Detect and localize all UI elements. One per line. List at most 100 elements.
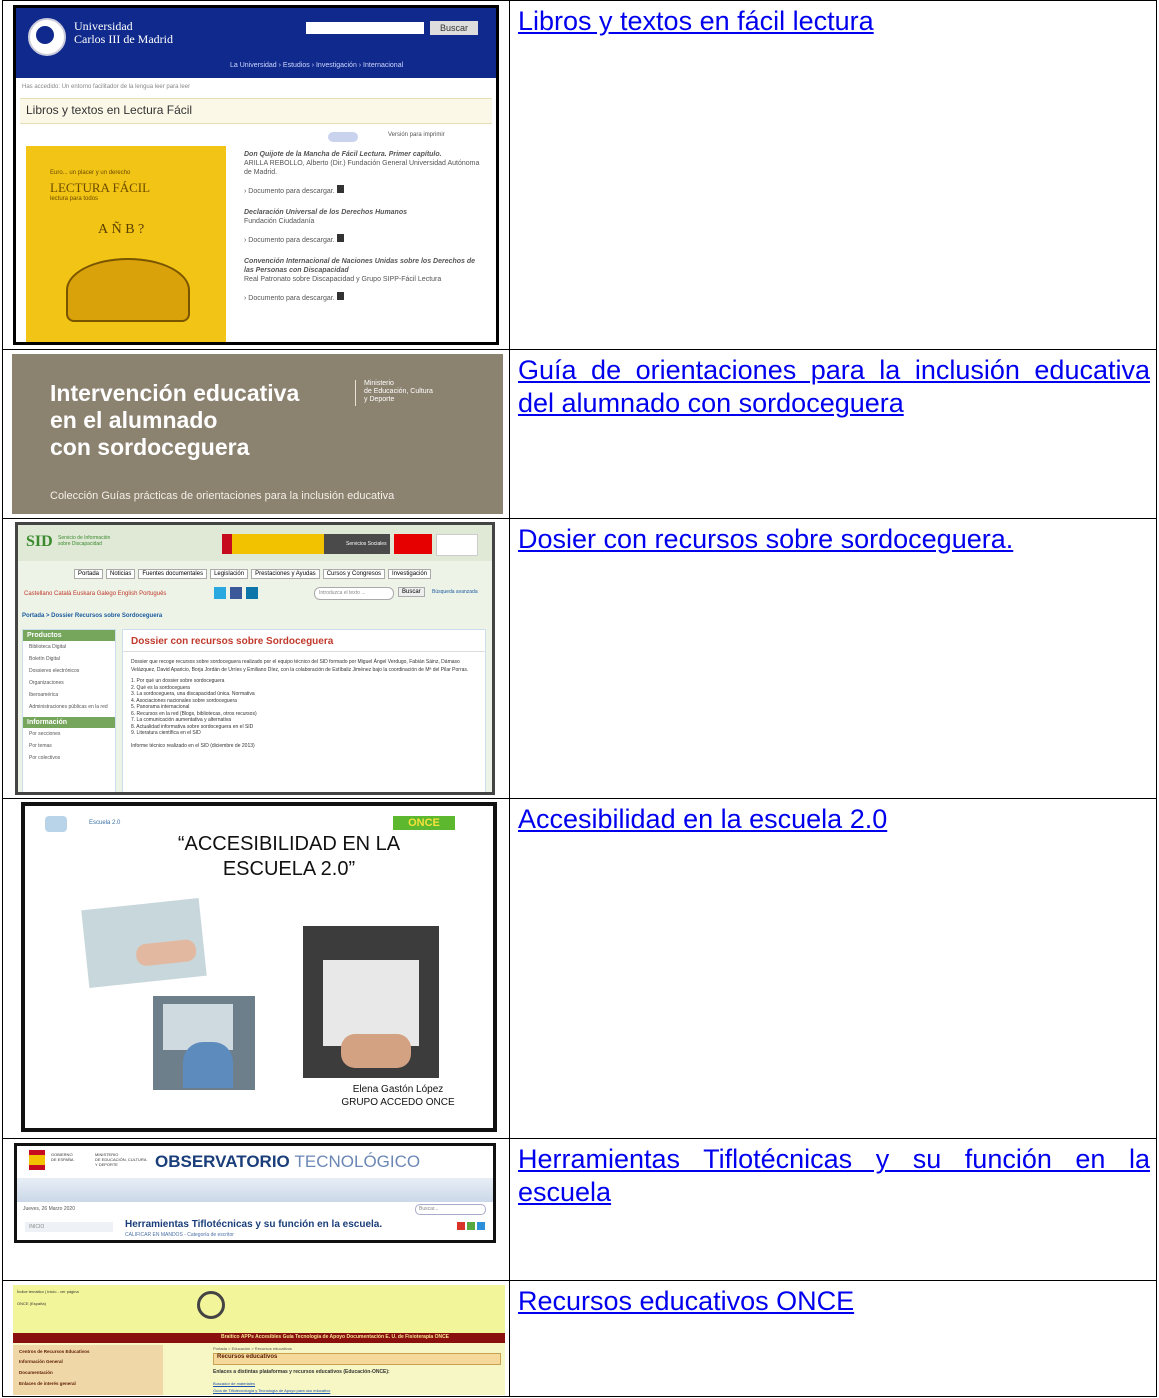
- uc3m-search-button[interactable]: Buscar: [430, 21, 478, 35]
- once-breadcrumb: Portada > Educación > Recursos educativo…: [213, 1346, 292, 1351]
- uc3m-item-2-download[interactable]: › Documento para descargar.: [244, 234, 484, 245]
- ministry-label-line3: Y DEPORTE: [95, 1162, 118, 1167]
- once-sidebar-item[interactable]: Centros de Recursos Educativos: [13, 1345, 163, 1356]
- ministry-divider: [355, 380, 356, 406]
- guide-title: Intervención educativa en el alumnado co…: [50, 380, 299, 461]
- uc3m-print-link[interactable]: Versión para imprimir: [388, 132, 445, 138]
- once-logo-text: ONCE: [408, 817, 440, 829]
- thumbnail-cell: Escuela 2.0 ONCE “ACCESIBILIDAD EN LA ES…: [2, 798, 510, 1139]
- sid-advanced-search[interactable]: Búsqueda avanzada: [432, 589, 478, 595]
- thumbnail-cell: SID Servicio de Información sobre Discap…: [2, 518, 510, 799]
- pdf-icon[interactable]: [457, 1222, 465, 1230]
- accesibilidad-slide: Escuela 2.0 ONCE “ACCESIBILIDAD EN LA ES…: [21, 802, 497, 1132]
- resource-link-4[interactable]: Accesibilidad en la escuela 2.0: [518, 803, 1150, 836]
- sid-sidebar: Productos Biblioteca Digital Boletín Dig…: [22, 629, 116, 792]
- uc3m-item-3-download-label[interactable]: Documento para descargar.: [248, 295, 334, 302]
- sid-nav: Portada Noticias Fuentes documentales Le…: [74, 569, 432, 579]
- once-top-bar: [13, 1285, 505, 1333]
- link-cell: Guía de orientaciones para la inclusión …: [509, 349, 1157, 519]
- thumbnail-cell: Índice temático | Inicio - ver página ON…: [2, 1280, 510, 1397]
- sid-content-heading: Dossier con recursos sobre Sordoceguera: [123, 630, 485, 652]
- share-icons[interactable]: [457, 1222, 485, 1230]
- sid-nav-item[interactable]: Portada: [74, 569, 104, 579]
- uc3m-name-line2: Carlos III de Madrid: [74, 32, 173, 46]
- cover-top-text: Euro... un placer y un derecho: [50, 170, 131, 176]
- sid-search-button[interactable]: Buscar: [398, 587, 425, 597]
- flying-letters-icon: A Ñ B ?: [98, 222, 145, 237]
- table-row: Universidad Carlos III de Madrid Buscar …: [2, 0, 1157, 350]
- sid-content-list: 1. Por qué un dossier sobre sordoceguera…: [123, 676, 485, 739]
- list-item[interactable]: 9. Literatura científica en el SID: [131, 730, 477, 737]
- resource-link-3[interactable]: Dosier con recursos sobre sordoceguera.: [518, 523, 1150, 556]
- sid-nav-item[interactable]: Fuentes documentales: [138, 569, 208, 579]
- resource-link-1[interactable]: Libros y textos en fácil lectura: [518, 5, 1150, 38]
- once-site-logo[interactable]: ONCE (España): [17, 1301, 57, 1306]
- braille-writing-photo: [81, 898, 207, 988]
- uc3m-page-title: Libros y textos en Lectura Fácil: [26, 103, 193, 117]
- resource-link-2[interactable]: Guía de orientaciones para la inclusión …: [518, 354, 1150, 420]
- once-sidebar-item[interactable]: Documentación: [13, 1367, 163, 1378]
- once-circle-logo-icon: [197, 1291, 225, 1319]
- ministry-name: Ministerio de Educación, Cultura y Depor…: [364, 380, 433, 404]
- uc3m-item-2-author: Fundación Ciudadanía: [244, 218, 315, 225]
- sid-sidebar-item[interactable]: Por secciones: [23, 728, 115, 740]
- sid-nav-item[interactable]: Noticias: [106, 569, 136, 579]
- once-link-2[interactable]: Guía de Tiflotecnología y Tecnología de …: [213, 1388, 330, 1393]
- ministry-line2: de Educación, Cultura: [364, 388, 433, 395]
- linkedin-icon[interactable]: [246, 587, 258, 599]
- sid-logo-text: Servicio de Información sobre Discapacid…: [58, 535, 111, 547]
- sid-sidebar-item[interactable]: Organizaciones: [23, 677, 115, 689]
- twitter-icon[interactable]: [214, 587, 226, 599]
- uc3m-font-size-buttons[interactable]: [328, 132, 358, 142]
- thumbnail-cell: GOBIERNO DE ESPAÑA MINISTERIO DE EDUCACI…: [2, 1138, 510, 1281]
- slide-author-name: Elena Gastón López: [352, 1084, 444, 1095]
- uc3m-item-1-download-label[interactable]: Documento para descargar.: [248, 188, 334, 195]
- observatorio-title-word2: TECNOLÓGICO: [294, 1152, 421, 1171]
- once-link-1[interactable]: Buscador de materiales: [213, 1381, 255, 1386]
- resource-link-5[interactable]: Herramientas Tiflotécnicas y su función …: [518, 1143, 1150, 1209]
- once-nav[interactable]: Braitico APPs Accesibles Guía Tecnología…: [221, 1334, 449, 1340]
- facebook-icon[interactable]: [230, 587, 242, 599]
- observatorio-screenshot: GOBIERNO DE ESPAÑA MINISTERIO DE EDUCACI…: [14, 1143, 496, 1243]
- sid-search-input[interactable]: Introduzca el texto ...: [314, 587, 394, 600]
- guide-title-line3: con sordoceguera: [50, 434, 250, 460]
- pdf-icon: [336, 234, 344, 242]
- observatorio-sidebar[interactable]: INICIO: [25, 1222, 113, 1232]
- sid-sidebar-heading-info: Información: [23, 717, 115, 728]
- uc3m-item-2-title: Declaración Universal de los Derechos Hu…: [244, 209, 408, 216]
- sid-sidebar-item[interactable]: Boletín Digital: [23, 653, 115, 665]
- sid-sidebar-item[interactable]: Dossieres electrónicos: [23, 665, 115, 677]
- resource-link-6[interactable]: Recursos educativos ONCE: [518, 1285, 1150, 1318]
- sid-sidebar-item[interactable]: Por colectivos: [23, 752, 115, 764]
- social-services-label: Servicios Sociales: [346, 541, 387, 547]
- uc3m-item-3-download[interactable]: › Documento para descargar.: [244, 292, 484, 303]
- uc3m-search-input[interactable]: [306, 22, 424, 34]
- observatorio-title: OBSERVATORIO TECNOLÓGICO: [155, 1152, 420, 1172]
- email-icon[interactable]: [477, 1222, 485, 1230]
- sid-sidebar-item[interactable]: Por temas: [23, 740, 115, 752]
- sid-nav-item[interactable]: Investigación: [388, 569, 432, 579]
- once-top-links[interactable]: Índice temático | Inicio - ver página: [17, 1289, 79, 1294]
- observatorio-search-input[interactable]: Buscar...: [415, 1204, 486, 1215]
- cover-title: LECTURA FÁCIL: [50, 180, 151, 195]
- print-icon[interactable]: [467, 1222, 475, 1230]
- once-sidebar-item[interactable]: Información General: [13, 1356, 163, 1367]
- once-sidebar-item[interactable]: Enlaces de interés general: [13, 1378, 163, 1389]
- gov-label-line2: DE ESPAÑA: [51, 1157, 74, 1162]
- uc3m-item-2-download-label[interactable]: Documento para descargar.: [248, 237, 334, 244]
- sid-logo: SID: [26, 533, 53, 550]
- uc3m-nav[interactable]: La Universidad › Estudios › Investigació…: [230, 62, 403, 69]
- sid-languages[interactable]: Castellano Català Euskara Galego English…: [24, 591, 166, 597]
- sid-nav-item[interactable]: Prestaciones y Ayudas: [251, 569, 320, 579]
- sid-nav-item[interactable]: Legislación: [210, 569, 249, 579]
- thumbnail-cell: Intervención educativa en el alumnado co…: [2, 349, 510, 519]
- sid-sidebar-item[interactable]: Iberoamérica: [23, 689, 115, 701]
- once-sidebar: Centros de Recursos Educativos Informaci…: [13, 1345, 163, 1395]
- sid-content: Dossier con recursos sobre Sordoceguera …: [122, 629, 486, 792]
- sid-sidebar-item[interactable]: Administraciones públicas en la red: [23, 701, 115, 713]
- uc3m-item-1-download[interactable]: › Documento para descargar.: [244, 185, 484, 196]
- sid-content-footer: Informe técnico realizado en el SID (dic…: [131, 742, 255, 749]
- sid-content-intro: Dossier que recoge recursos sobre sordoc…: [131, 659, 469, 673]
- sid-sidebar-item[interactable]: Biblioteca Digital: [23, 641, 115, 653]
- sid-nav-item[interactable]: Cursos y Congresos: [322, 569, 386, 579]
